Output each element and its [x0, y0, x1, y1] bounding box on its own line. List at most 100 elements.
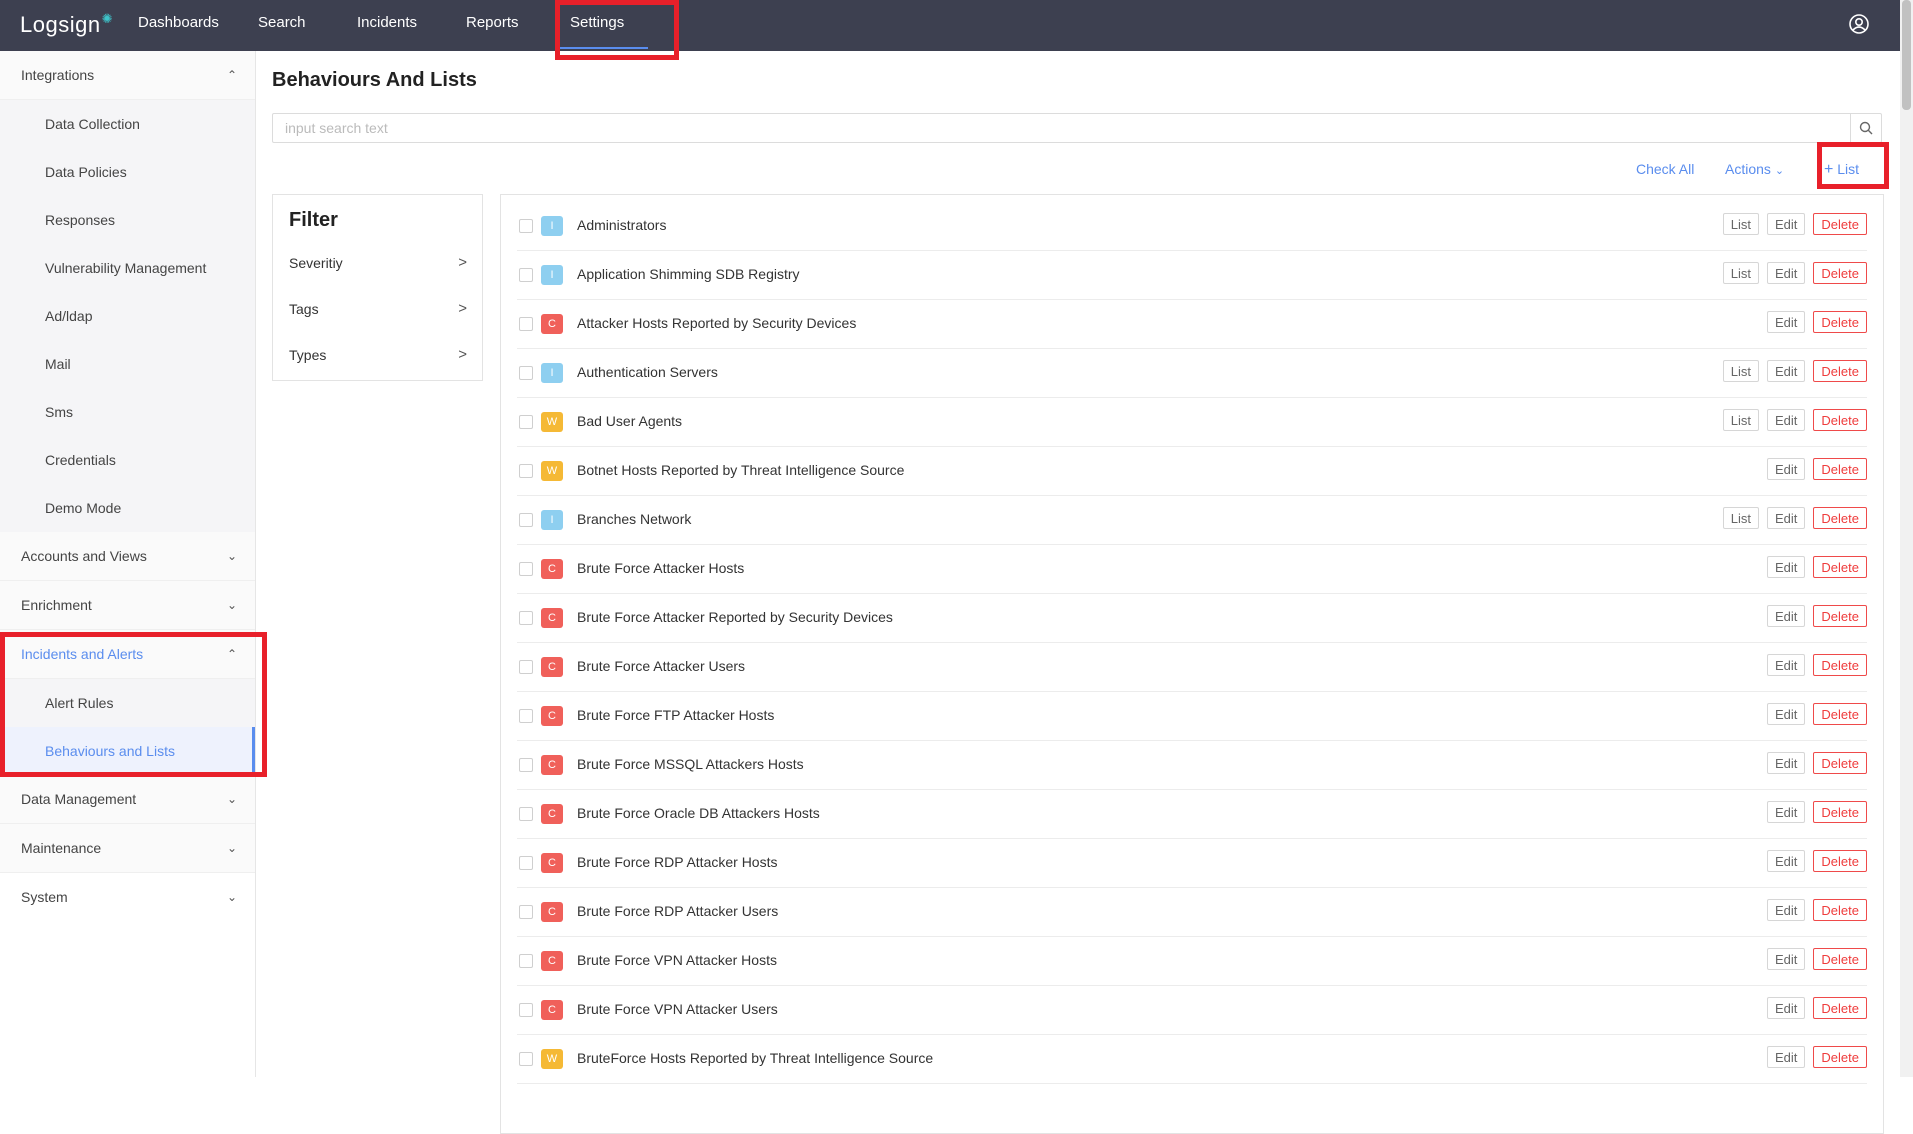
- edit-button[interactable]: Edit: [1767, 1046, 1806, 1068]
- check-all-link[interactable]: Check All: [1636, 161, 1694, 177]
- list-item[interactable]: C Brute Force VPN Attacker Hosts Edit Delet…: [517, 936, 1867, 986]
- nav-dashboards[interactable]: Dashboards: [138, 0, 219, 49]
- list-item[interactable]: I Administrators List Edit Delete: [517, 201, 1867, 251]
- delete-button[interactable]: Delete: [1813, 605, 1867, 627]
- row-name[interactable]: Brute Force Attacker Reported by Securit…: [577, 609, 893, 625]
- delete-button[interactable]: Delete: [1813, 556, 1867, 578]
- delete-button[interactable]: Delete: [1813, 507, 1867, 529]
- row-name[interactable]: Brute Force Attacker Hosts: [577, 560, 744, 576]
- search-button[interactable]: [1850, 114, 1881, 142]
- row-name[interactable]: BruteForce Hosts Reported by Threat Inte…: [577, 1050, 933, 1066]
- edit-button[interactable]: Edit: [1767, 605, 1806, 627]
- edit-button[interactable]: Edit: [1767, 997, 1806, 1019]
- sidebar-item-mail[interactable]: Mail: [0, 340, 255, 388]
- edit-button[interactable]: Edit: [1767, 899, 1806, 921]
- delete-button[interactable]: Delete: [1813, 997, 1867, 1019]
- row-checkbox[interactable]: [519, 660, 533, 674]
- row-name[interactable]: Brute Force MSSQL Attackers Hosts: [577, 756, 804, 772]
- row-name[interactable]: Administrators: [577, 217, 666, 233]
- row-checkbox[interactable]: [519, 415, 533, 429]
- delete-button[interactable]: Delete: [1813, 801, 1867, 823]
- list-item[interactable]: C Brute Force MSSQL Attackers Hosts Edit De…: [517, 740, 1867, 790]
- delete-button[interactable]: Delete: [1813, 654, 1867, 676]
- delete-button[interactable]: Delete: [1813, 262, 1867, 284]
- delete-button[interactable]: Delete: [1813, 360, 1867, 382]
- delete-button[interactable]: Delete: [1813, 458, 1867, 480]
- sidebar-group-incidents-and-alerts[interactable]: Incidents and Alerts ⌃: [0, 630, 255, 679]
- filter-severity[interactable]: Severitiy >: [289, 254, 467, 271]
- edit-button[interactable]: Edit: [1767, 213, 1806, 235]
- filter-types[interactable]: Types >: [289, 346, 467, 363]
- list-button[interactable]: List: [1722, 262, 1760, 284]
- list-button[interactable]: List: [1722, 507, 1760, 529]
- row-name[interactable]: Brute Force RDP Attacker Hosts: [577, 854, 777, 870]
- delete-button[interactable]: Delete: [1813, 311, 1867, 333]
- sidebar-group-integrations[interactable]: Integrations ⌃: [0, 51, 255, 100]
- row-name[interactable]: Attacker Hosts Reported by Security Devi…: [577, 315, 856, 331]
- actions-dropdown[interactable]: Actions ⌄: [1725, 161, 1784, 177]
- row-name[interactable]: Branches Network: [577, 511, 691, 527]
- row-name[interactable]: Brute Force Oracle DB Attackers Hosts: [577, 805, 820, 821]
- delete-button[interactable]: Delete: [1813, 213, 1867, 235]
- delete-button[interactable]: Delete: [1813, 409, 1867, 431]
- list-item[interactable]: W Botnet Hosts Reported by Threat Intelli…: [517, 446, 1867, 496]
- row-name[interactable]: Brute Force VPN Attacker Hosts: [577, 952, 777, 968]
- delete-button[interactable]: Delete: [1813, 948, 1867, 970]
- sidebar-group-enrichment[interactable]: Enrichment ⌄: [0, 581, 255, 630]
- sidebar-item-ad-ldap[interactable]: Ad/ldap: [0, 292, 255, 340]
- list-button[interactable]: List: [1722, 409, 1760, 431]
- row-checkbox[interactable]: [519, 1003, 533, 1017]
- edit-button[interactable]: Edit: [1767, 850, 1806, 872]
- row-checkbox[interactable]: [519, 856, 533, 870]
- edit-button[interactable]: Edit: [1767, 654, 1806, 676]
- list-item[interactable]: C Brute Force RDP Attacker Users Edit Delet…: [517, 887, 1867, 937]
- add-list-button[interactable]: + List: [1824, 161, 1859, 179]
- list-item[interactable]: C Attacker Hosts Reported by Security Dev…: [517, 299, 1867, 349]
- row-name[interactable]: Brute Force RDP Attacker Users: [577, 903, 778, 919]
- edit-button[interactable]: Edit: [1767, 360, 1806, 382]
- edit-button[interactable]: Edit: [1767, 458, 1806, 480]
- delete-button[interactable]: Delete: [1813, 1046, 1867, 1068]
- logo[interactable]: Logsign✺: [20, 11, 112, 38]
- row-checkbox[interactable]: [519, 1052, 533, 1066]
- edit-button[interactable]: Edit: [1767, 752, 1806, 774]
- sidebar-group-data-management[interactable]: Data Management ⌄: [0, 775, 255, 824]
- nav-reports[interactable]: Reports: [466, 0, 519, 49]
- edit-button[interactable]: Edit: [1767, 556, 1806, 578]
- sidebar-item-alert-rules[interactable]: Alert Rules: [0, 679, 255, 727]
- delete-button[interactable]: Delete: [1813, 899, 1867, 921]
- sidebar-group-system[interactable]: System ⌄: [0, 873, 255, 921]
- row-checkbox[interactable]: [519, 317, 533, 331]
- delete-button[interactable]: Delete: [1813, 752, 1867, 774]
- delete-button[interactable]: Delete: [1813, 703, 1867, 725]
- edit-button[interactable]: Edit: [1767, 262, 1806, 284]
- sidebar-group-maintenance[interactable]: Maintenance ⌄: [0, 824, 255, 873]
- list-item[interactable]: C Brute Force RDP Attacker Hosts Edit Delet…: [517, 838, 1867, 888]
- search-input[interactable]: [273, 114, 1857, 142]
- nav-search[interactable]: Search: [258, 0, 306, 49]
- row-checkbox[interactable]: [519, 758, 533, 772]
- row-checkbox[interactable]: [519, 709, 533, 723]
- row-checkbox[interactable]: [519, 513, 533, 527]
- row-checkbox[interactable]: [519, 954, 533, 968]
- list-item[interactable]: C Brute Force Attacker Users Edit Delete: [517, 642, 1867, 692]
- sidebar-item-data-policies[interactable]: Data Policies: [0, 148, 255, 196]
- sidebar-item-responses[interactable]: Responses: [0, 196, 255, 244]
- scrollbar-thumb[interactable]: [1902, 0, 1911, 110]
- filter-tags[interactable]: Tags >: [289, 300, 467, 317]
- edit-button[interactable]: Edit: [1767, 409, 1806, 431]
- row-checkbox[interactable]: [519, 807, 533, 821]
- row-name[interactable]: Application Shimming SDB Registry: [577, 266, 800, 282]
- list-item[interactable]: I Authentication Servers List Edit Delete: [517, 348, 1867, 398]
- edit-button[interactable]: Edit: [1767, 948, 1806, 970]
- sidebar-item-data-collection[interactable]: Data Collection: [0, 100, 255, 148]
- list-item[interactable]: W Bad User Agents List Edit Delete: [517, 397, 1867, 447]
- list-item[interactable]: C Brute Force VPN Attacker Users Edit Delet…: [517, 985, 1867, 1035]
- sidebar-group-accounts-and-views[interactable]: Accounts and Views ⌄: [0, 532, 255, 581]
- row-name[interactable]: Brute Force VPN Attacker Users: [577, 1001, 778, 1017]
- row-checkbox[interactable]: [519, 562, 533, 576]
- user-account-icon[interactable]: [1848, 13, 1870, 35]
- row-checkbox[interactable]: [519, 268, 533, 282]
- row-name[interactable]: Brute Force Attacker Users: [577, 658, 745, 674]
- row-name[interactable]: Bad User Agents: [577, 413, 682, 429]
